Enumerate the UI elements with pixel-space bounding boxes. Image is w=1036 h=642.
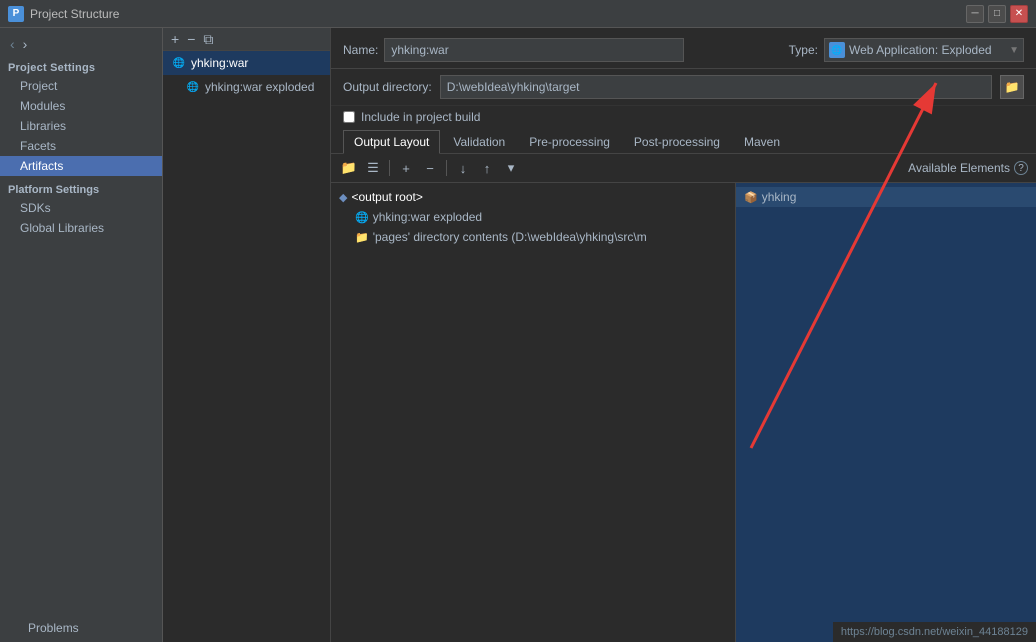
tab-post-processing[interactable]: Post-processing [623,130,731,153]
nav-back-button[interactable]: ‹ [8,36,17,52]
platform-settings-header: Platform Settings [0,176,162,198]
artifact-remove-button[interactable]: − [185,32,197,46]
url-bar: https://blog.csdn.net/weixin_44188129 [833,622,1036,642]
artifact-copy-button[interactable]: ⧉ [201,32,215,46]
tab-validation[interactable]: Validation [442,130,516,153]
avail-yhking-label: yhking [762,190,797,204]
app-icon: P [8,6,24,22]
problems-section: Problems [0,610,162,642]
include-build-checkbox[interactable] [343,111,355,123]
output-dir-input[interactable] [440,75,992,99]
module-icon: 📦 [744,191,758,204]
minimize-button[interactable]: ─ [966,5,984,23]
artifact-panel: + − ⧉ 🌐 yhking:war 🌐 yhking:war exploded [163,28,331,642]
nav-back-forward: ‹ › [0,32,162,56]
type-value: Web Application: Exploded [849,43,1005,57]
pages-dir-label: 'pages' directory contents (D:\webIdea\y… [373,230,647,244]
name-input[interactable] [384,38,684,62]
artifact-toolbar: + − ⧉ [163,28,330,51]
inner-toolbar: 📁 ☰ + − ↓ ↑ ▾ Available Elements ? [331,154,1036,183]
tab-output-layout[interactable]: Output Layout [343,130,440,154]
output-root-icon: ◆ [339,191,347,204]
avail-item-yhking[interactable]: 📦 yhking [736,187,1036,207]
output-root-label: <output root> [351,190,422,204]
sidebar-item-libraries[interactable]: Libraries [0,116,162,136]
exploded-icon: 🌐 [185,79,201,95]
artifact-item-yhking-war-exploded[interactable]: 🌐 yhking:war exploded [163,75,330,99]
remove-element-button[interactable]: − [420,158,440,178]
sidebar-item-project[interactable]: Project [0,76,162,96]
output-dir-label: Output directory: [343,80,432,94]
dir-icon-button[interactable]: 📁 [339,158,359,178]
name-field-group: Name: [343,38,684,62]
tree-item-pages-dir[interactable]: 📁 'pages' directory contents (D:\webIdea… [331,227,735,247]
close-button[interactable]: ✕ [1010,5,1028,23]
sidebar-item-sdks[interactable]: SDKs [0,198,162,218]
title-bar: P Project Structure ─ □ ✕ [0,0,1036,28]
problems-label: Problems [28,621,79,635]
type-select[interactable]: 🌐 Web Application: Exploded ▼ [824,38,1024,62]
include-build-row: Include in project build [331,106,1036,128]
tree-item-output-root[interactable]: ◆ <output root> [331,187,735,207]
type-field-group: Type: 🌐 Web Application: Exploded ▼ [789,38,1024,62]
sidebar: ‹ › Project Settings Project Modules Lib… [0,28,163,642]
split-pane: ◆ <output root> 🌐 yhking:war exploded 📁 … [331,183,1036,642]
move-up-button[interactable]: ↑ [477,158,497,178]
pages-dir-icon: 📁 [355,231,369,244]
artifact-add-button[interactable]: + [169,32,181,46]
move-down-button[interactable]: ↓ [453,158,473,178]
include-build-label: Include in project build [361,110,480,124]
toolbar-separator-2 [446,160,447,176]
toolbar-separator-1 [389,160,390,176]
output-dir-row: Output directory: 📁 [331,69,1036,106]
libraries-label: Libraries [20,119,66,133]
main-content: Name: Type: 🌐 Web Application: Exploded … [331,28,1036,642]
tabs-bar: Output Layout Validation Pre-processing … [331,128,1036,154]
artifact-yhking-war-label: yhking:war [191,56,248,70]
artifacts-label: Artifacts [20,159,63,173]
war-exploded-label: yhking:war exploded [373,210,482,224]
main-layout: ‹ › Project Settings Project Modules Lib… [0,28,1036,642]
sidebar-item-global-libraries[interactable]: Global Libraries [0,218,162,238]
window-title: Project Structure [30,7,960,21]
facets-label: Facets [20,139,56,153]
list-icon-button[interactable]: ☰ [363,158,383,178]
name-label: Name: [343,43,378,57]
war-icon: 🌐 [171,55,187,71]
help-icon[interactable]: ? [1014,161,1028,175]
tab-maven[interactable]: Maven [733,130,791,153]
header-fields: Name: Type: 🌐 Web Application: Exploded … [331,28,1036,69]
type-globe-icon: 🌐 [829,42,845,58]
output-tree: ◆ <output root> 🌐 yhking:war exploded 📁 … [331,183,736,642]
project-label: Project [20,79,57,93]
artifact-yhking-war-exploded-label: yhking:war exploded [205,80,314,94]
sidebar-item-modules[interactable]: Modules [0,96,162,116]
sidebar-item-problems[interactable]: Problems [8,618,154,638]
artifact-list: 🌐 yhking:war 🌐 yhking:war exploded [163,51,330,642]
type-label: Type: [789,43,818,57]
global-libraries-label: Global Libraries [20,221,104,235]
sidebar-item-facets[interactable]: Facets [0,136,162,156]
tab-pre-processing[interactable]: Pre-processing [518,130,621,153]
available-pane: 📦 yhking [736,183,1036,642]
artifact-item-yhking-war[interactable]: 🌐 yhking:war [163,51,330,75]
sdks-label: SDKs [20,201,51,215]
war-exploded-icon: 🌐 [355,211,369,224]
window-controls: ─ □ ✕ [966,5,1028,23]
more-button[interactable]: ▾ [501,158,521,178]
nav-forward-button[interactable]: › [21,36,30,52]
available-elements-label: Available Elements ? [908,161,1028,175]
project-settings-header: Project Settings [0,56,162,76]
browse-dir-button[interactable]: 📁 [1000,75,1024,99]
maximize-button[interactable]: □ [988,5,1006,23]
tree-item-yhking-war-exploded[interactable]: 🌐 yhking:war exploded [331,207,735,227]
type-dropdown-arrow: ▼ [1009,45,1019,56]
content-area: 📁 ☰ + − ↓ ↑ ▾ Available Elements ? [331,154,1036,642]
sidebar-item-artifacts[interactable]: Artifacts [0,156,162,176]
add-element-button[interactable]: + [396,158,416,178]
modules-label: Modules [20,99,65,113]
